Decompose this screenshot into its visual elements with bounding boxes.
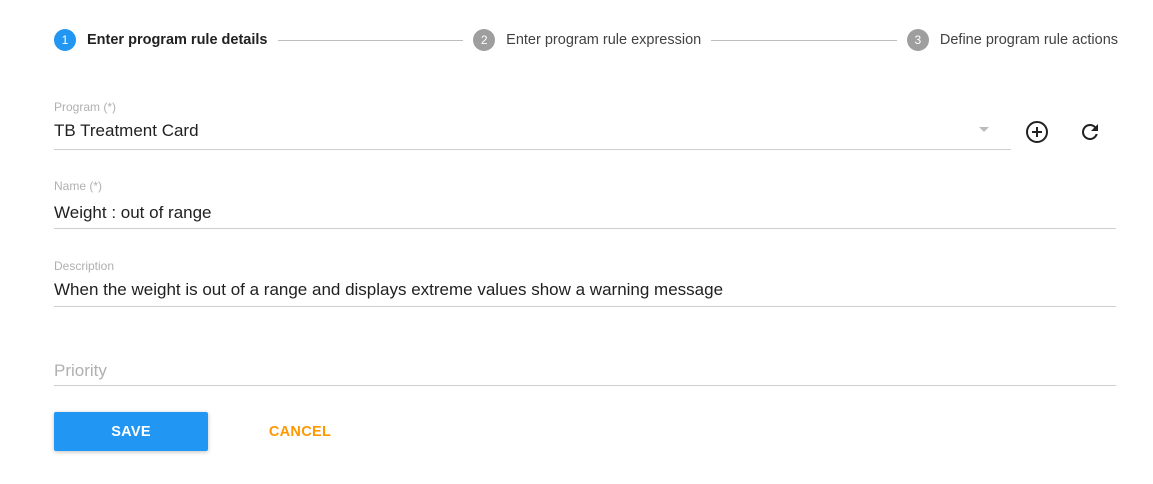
name-label: Name (*): [54, 179, 103, 193]
name-field[interactable]: Name (*) Weight : out of range: [54, 178, 1116, 230]
step-3-number: 3: [906, 29, 929, 51]
priority-field[interactable]: Priority: [54, 355, 1116, 387]
step-connector: [277, 39, 464, 41]
step-1-number: 1: [54, 29, 76, 51]
priority-placeholder: Priority: [54, 361, 107, 380]
refresh-icon: [1081, 123, 1098, 140]
step-connector: [711, 39, 897, 41]
save-button[interactable]: SAVE: [54, 412, 208, 451]
name-value: Weight : out of range: [54, 203, 212, 222]
chevron-down-icon[interactable]: [979, 127, 989, 132]
name-underline: [54, 228, 1116, 229]
program-underline: [54, 149, 1011, 150]
program-value: TB Treatment Card: [54, 121, 199, 140]
add-program-button[interactable]: [1025, 120, 1049, 144]
description-field[interactable]: Description When the weight is out of a …: [54, 258, 1116, 310]
step-1-label: Enter program rule details: [87, 32, 268, 48]
description-value: When the weight is out of a range and di…: [54, 280, 724, 299]
step-2-number: 2: [473, 29, 496, 51]
stepper: 1 Enter program rule details 2 Enter pro…: [54, 29, 1118, 51]
description-label: Description: [54, 259, 115, 273]
step-3[interactable]: 3 Define program rule actions: [906, 29, 1119, 51]
step-1[interactable]: 1 Enter program rule details: [54, 29, 268, 51]
step-2-label: Enter program rule expression: [506, 32, 702, 48]
cancel-button[interactable]: CANCEL: [236, 412, 364, 451]
priority-underline: [54, 385, 1116, 386]
description-underline: [54, 306, 1116, 307]
step-3-label: Define program rule actions: [939, 32, 1119, 48]
program-select[interactable]: Program (*) TB Treatment Card: [54, 99, 1011, 151]
step-2[interactable]: 2 Enter program rule expression: [473, 29, 701, 51]
refresh-button[interactable]: [1078, 120, 1102, 144]
add-circle-icon: [1026, 121, 1048, 143]
program-label: Program (*): [54, 100, 117, 114]
